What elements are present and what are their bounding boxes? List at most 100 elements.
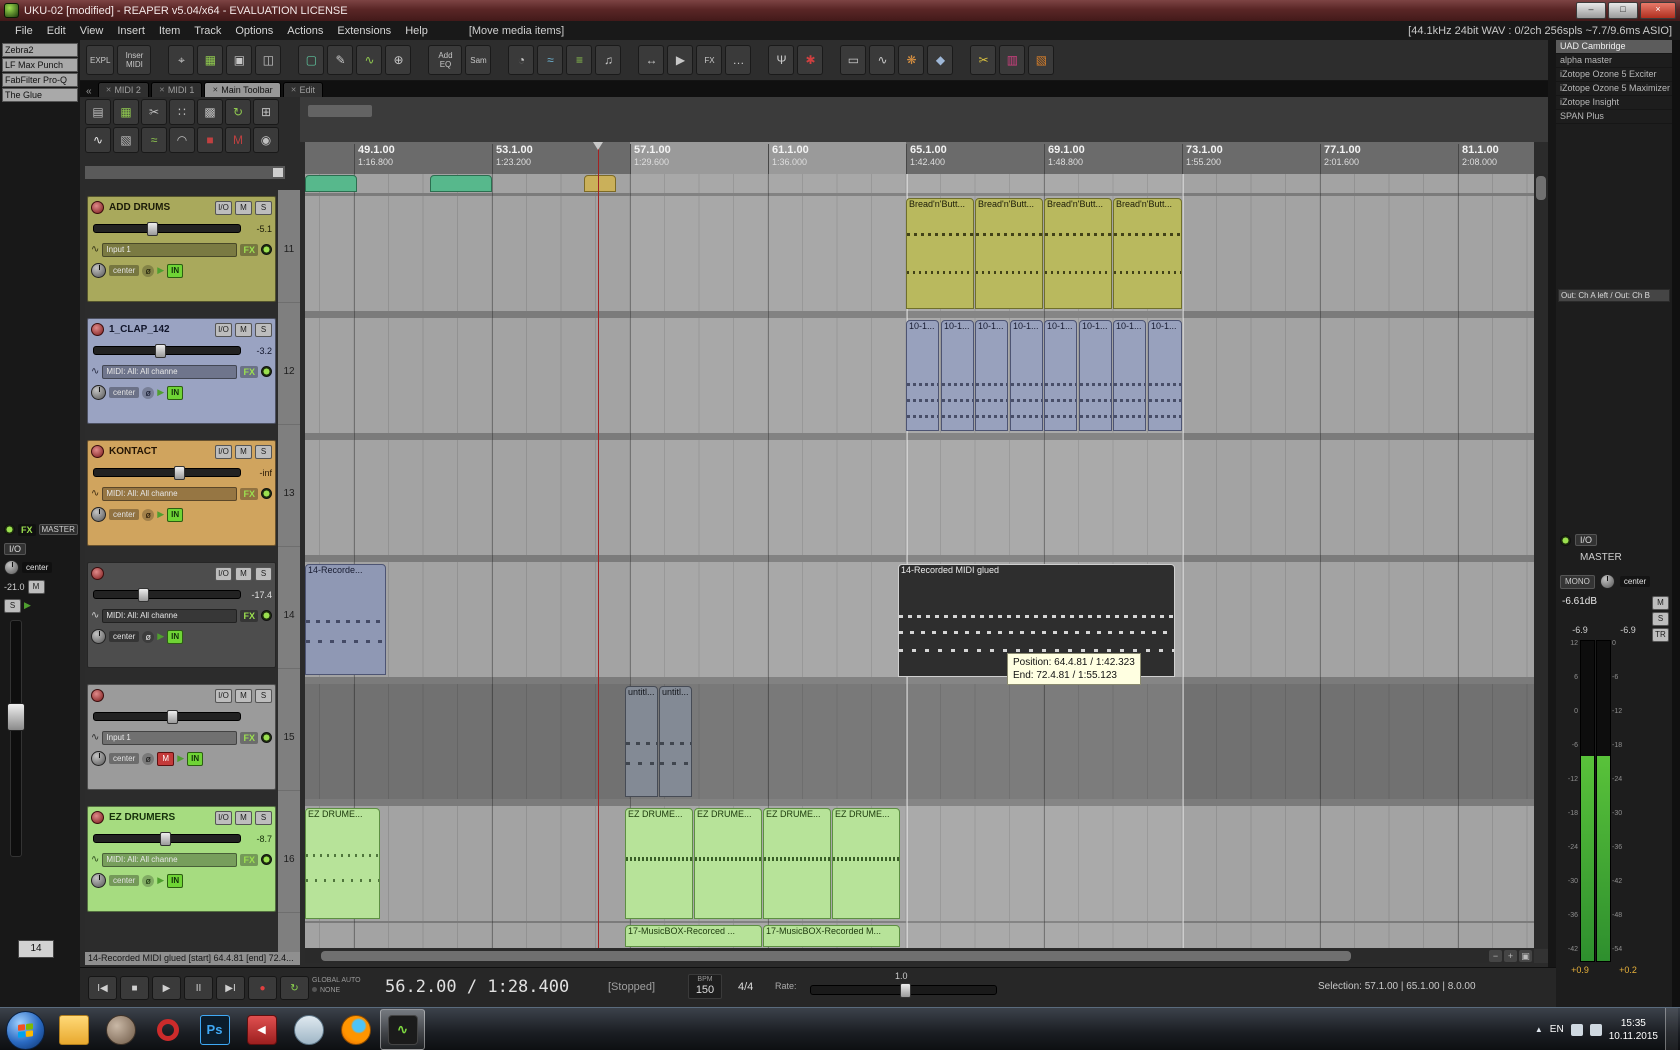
menu-file[interactable]: File: [8, 25, 40, 37]
track-io-button[interactable]: I/O: [215, 810, 232, 825]
fx-power-icon[interactable]: [261, 732, 272, 743]
track-number[interactable]: 12: [278, 318, 300, 425]
pan-knob[interactable]: [91, 629, 106, 644]
opera-taskbar-button[interactable]: [145, 1009, 190, 1050]
language-indicator[interactable]: EN: [1550, 1024, 1564, 1035]
master-solo-button[interactable]: S: [4, 598, 21, 613]
sampler-button[interactable]: Sam: [465, 45, 492, 75]
media-item[interactable]: EZ DRUME...: [625, 808, 693, 919]
timeline-ruler[interactable]: 49.1.00 1:16.800 53.1.00 1:23.200 57.1.00 1:2…: [305, 142, 1534, 175]
track-io-button[interactable]: I/O: [215, 200, 232, 215]
explorer-taskbar-button[interactable]: [51, 1009, 96, 1050]
minimize-button[interactable]: –: [1576, 2, 1606, 19]
menu-actions[interactable]: Actions: [280, 25, 330, 37]
horizontal-scroll-thumb[interactable]: [321, 951, 1351, 961]
volume-slider-handle[interactable]: [146, 222, 158, 236]
dots-icon[interactable]: ∷: [169, 99, 195, 125]
phase-button[interactable]: ø: [142, 386, 155, 399]
menu-extensions[interactable]: Extensions: [330, 25, 398, 37]
media-item[interactable]: 17-MusicBOX-Recorced ...: [625, 925, 762, 947]
reaper-taskbar-button[interactable]: ∿: [380, 1009, 425, 1050]
phase-button[interactable]: ø: [142, 874, 155, 887]
loop-icon[interactable]: ↻: [225, 99, 251, 125]
java-taskbar-button[interactable]: [286, 1009, 331, 1050]
arrange-view[interactable]: Position: 64.4.81 / 1:42.323 End: 72.4.8…: [305, 174, 1534, 948]
volume-slider-handle[interactable]: [137, 588, 149, 602]
photoshop-taskbar-button[interactable]: Ps: [192, 1009, 237, 1050]
track-fx-button[interactable]: FX: [240, 731, 258, 744]
track-mute-button[interactable]: M: [235, 566, 252, 581]
volume-slider-handle[interactable]: [159, 832, 171, 846]
misc-icon[interactable]: ▧: [1028, 45, 1055, 75]
media-item[interactable]: Bread'n'Butt...: [1044, 198, 1112, 309]
close-button[interactable]: ×: [1640, 2, 1676, 19]
grid-icon[interactable]: ▦: [113, 99, 139, 125]
phase-button[interactable]: ø: [142, 508, 155, 521]
record-arm-button[interactable]: [91, 811, 104, 824]
media-explorer-button[interactable]: EXPL: [86, 45, 115, 75]
monitor-play-icon[interactable]: ▶: [177, 753, 184, 764]
tab-midi-1[interactable]: ✕ MIDI 1: [150, 82, 203, 97]
pan-knob[interactable]: [91, 751, 106, 766]
media-item[interactable]: Bread'n'Butt...: [1113, 198, 1182, 309]
track-panel-11[interactable]: ADD DRUMS I/O M S -5.1 ∿ Input 1 FX center ø ▶ IN: [87, 196, 276, 302]
go-to-start-button[interactable]: I◀: [88, 976, 117, 1000]
master-pan-knob[interactable]: [4, 560, 19, 575]
gimp-taskbar-button[interactable]: [98, 1009, 143, 1050]
scissors-icon[interactable]: ✂: [141, 99, 167, 125]
fx-power-icon[interactable]: [261, 610, 272, 621]
media-item[interactable]: 10-1...: [975, 320, 1008, 431]
menu-insert[interactable]: Insert: [110, 25, 152, 37]
transport-time-display[interactable]: 56.2.00 / 1:28.400: [385, 977, 569, 997]
record-input-button[interactable]: IN: [187, 751, 204, 766]
track-input-selector[interactable]: Input 1: [102, 242, 238, 257]
menu-options[interactable]: Options: [228, 25, 280, 37]
shield-icon[interactable]: ◆: [927, 45, 954, 75]
zoom-in-button[interactable]: +: [1504, 950, 1517, 962]
time-signature[interactable]: 4/4: [738, 981, 753, 993]
phase-button[interactable]: ø: [142, 752, 155, 765]
notes-bubble-icon[interactable]: …: [725, 45, 752, 75]
tab-close-icon[interactable]: ✕: [159, 86, 165, 94]
add-icon[interactable]: ⊞: [253, 99, 279, 125]
media-item[interactable]: 10-1...: [941, 320, 974, 431]
monitor-play-icon[interactable]: ▶: [157, 875, 164, 886]
track-solo-button[interactable]: S: [255, 444, 272, 459]
track-input-selector[interactable]: Input 1: [102, 730, 238, 745]
media-item[interactable]: untitl...: [625, 686, 658, 797]
monitor-icon[interactable]: ▢: [298, 45, 325, 75]
track-io-button[interactable]: I/O: [215, 322, 232, 337]
track-solo-button[interactable]: S: [255, 322, 272, 337]
edit-cursor-handle[interactable]: [593, 142, 603, 150]
fx-toggle-button[interactable]: FX: [696, 45, 723, 75]
media-item[interactable]: [305, 175, 357, 192]
record-button[interactable]: ●: [248, 976, 277, 1000]
metronome-icon[interactable]: ◔: [508, 45, 535, 75]
tab-close-icon[interactable]: ✕: [212, 86, 218, 94]
track-fx-button[interactable]: FX: [240, 853, 258, 866]
screen-icon[interactable]: ▭: [840, 45, 867, 75]
record-input-button[interactable]: IN: [167, 873, 184, 888]
track-fx-button[interactable]: FX: [240, 243, 258, 256]
track-volume-slider[interactable]: [93, 588, 241, 602]
media-item[interactable]: 10-1...: [1044, 320, 1077, 431]
horizontal-scrollbar[interactable]: − + ▣: [305, 949, 1534, 963]
master-pan-knob-right[interactable]: [1599, 574, 1615, 589]
media-item[interactable]: 10-1...: [1010, 320, 1043, 431]
color-bars-icon[interactable]: ▥: [999, 45, 1026, 75]
mute2-icon[interactable]: M: [225, 127, 251, 153]
track-mute-button[interactable]: M: [235, 200, 252, 215]
track-fx-button[interactable]: FX: [240, 609, 258, 622]
meter-solo-button[interactable]: S: [1652, 612, 1669, 626]
track-fx-button[interactable]: FX: [240, 487, 258, 500]
toggle-repeat-button[interactable]: ↻: [280, 976, 309, 1000]
clock[interactable]: 15:35 10.11.2015: [1609, 1017, 1658, 1043]
scroll-hand-icon[interactable]: ↔: [638, 45, 665, 75]
track-volume-slider[interactable]: [93, 466, 241, 480]
track-mute-button[interactable]: M: [235, 688, 252, 703]
firefox-taskbar-button[interactable]: [333, 1009, 378, 1050]
go-to-end-button[interactable]: ▶I: [216, 976, 245, 1000]
master-power-icon[interactable]: [1560, 534, 1571, 546]
master-gain-readout[interactable]: -6.61dB: [1562, 596, 1597, 607]
master-volume-fader[interactable]: [7, 620, 25, 857]
